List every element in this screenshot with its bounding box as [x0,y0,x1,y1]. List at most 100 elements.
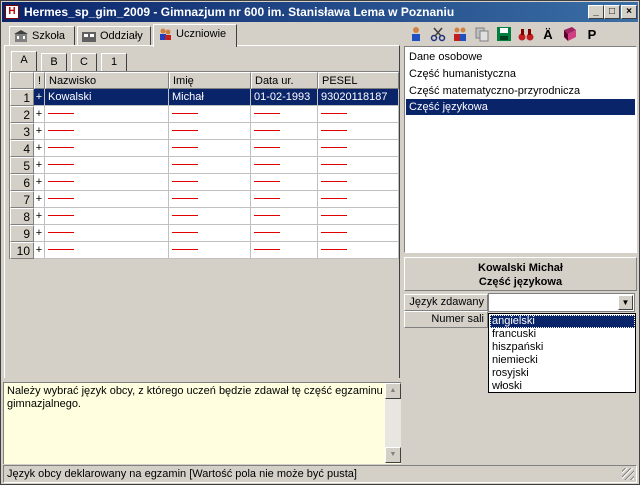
pesel-cell[interactable]: 93020118187 [318,89,399,106]
umlaut-a-icon[interactable]: Ä [539,26,557,44]
dob-cell[interactable] [251,106,318,123]
subtab-b[interactable]: B [41,53,67,71]
list-item[interactable]: Część humanistyczna [406,66,635,82]
name-cell[interactable] [169,157,251,174]
row-flag[interactable]: + [34,123,45,140]
pesel-cell[interactable] [318,106,399,123]
column-header-dob[interactable]: Data ur. [251,72,318,89]
name-cell[interactable] [169,106,251,123]
pesel-cell[interactable] [318,140,399,157]
row-flag[interactable]: + [34,174,45,191]
pesel-cell[interactable] [318,191,399,208]
name-cell[interactable] [169,191,251,208]
row-flag[interactable]: + [34,157,45,174]
list-item[interactable]: Część językowa [406,99,635,115]
scrollbar[interactable]: ▲ ▼ [385,383,401,463]
pesel-cell[interactable] [318,123,399,140]
row-flag[interactable]: + [34,191,45,208]
tab-uczniowie[interactable]: Uczniowie [153,24,237,47]
column-header-pesel[interactable]: PESEL [318,72,399,89]
person-icon[interactable] [407,26,425,44]
option-hiszpanski[interactable]: hiszpański [490,341,635,354]
people-icon[interactable] [451,26,469,44]
dob-cell[interactable]: 01-02-1993 [251,89,318,106]
row-flag[interactable]: + [34,242,45,259]
row-flag[interactable]: + [34,140,45,157]
name-cell[interactable] [169,225,251,242]
table-row[interactable]: 4 + [10,140,400,157]
tab-szkola[interactable]: Szkoła [9,26,75,46]
minimize-button[interactable]: _ [588,5,604,19]
dob-cell[interactable] [251,242,318,259]
pesel-cell[interactable] [318,208,399,225]
dob-cell[interactable] [251,208,318,225]
resize-grip-icon[interactable] [622,468,634,480]
surname-cell[interactable] [45,106,169,123]
pesel-cell[interactable] [318,225,399,242]
list-item[interactable]: Dane osobowe [406,49,635,65]
surname-cell[interactable] [45,174,169,191]
maximize-button[interactable]: □ [604,5,620,19]
table-row[interactable]: 10 + [10,242,400,259]
option-francuski[interactable]: francuski [490,328,635,341]
surname-cell[interactable] [45,140,169,157]
surname-cell[interactable] [45,242,169,259]
p-icon[interactable]: P [583,26,601,44]
row-flag[interactable]: + [34,208,45,225]
name-cell[interactable] [169,242,251,259]
subtab-1[interactable]: 1 [101,53,127,71]
option-niemiecki[interactable]: niemiecki [490,354,635,367]
option-angielski[interactable]: angielski [490,315,635,328]
name-cell[interactable]: Michał [169,89,251,106]
name-cell[interactable] [169,174,251,191]
dob-cell[interactable] [251,157,318,174]
column-header-flag[interactable]: ! [34,72,45,89]
column-header-surname[interactable]: Nazwisko [45,72,169,89]
name-cell[interactable] [169,123,251,140]
copy-icon[interactable] [473,26,491,44]
name-cell[interactable] [169,208,251,225]
surname-cell[interactable] [45,225,169,242]
table-row[interactable]: 2 + [10,106,400,123]
option-rosyjski[interactable]: rosyjski [490,367,635,380]
surname-cell[interactable] [45,208,169,225]
pesel-cell[interactable] [318,174,399,191]
surname-cell[interactable] [45,191,169,208]
table-row[interactable]: 7 + [10,191,400,208]
subtab-c[interactable]: C [71,53,97,71]
table-row[interactable]: 3 + [10,123,400,140]
table-row[interactable]: 6 + [10,174,400,191]
surname-cell[interactable] [45,157,169,174]
row-flag[interactable]: + [34,89,45,106]
close-button[interactable]: × [621,5,637,19]
pesel-cell[interactable] [318,242,399,259]
subtab-a[interactable]: A [11,51,37,71]
table-row[interactable]: 9 + [10,225,400,242]
scissors-icon[interactable] [429,26,447,44]
row-flag[interactable]: + [34,106,45,123]
scroll-up-icon[interactable]: ▲ [385,383,401,399]
surname-cell[interactable]: Kowalski [45,89,169,106]
list-item[interactable]: Część matematyczno-przyrodnicza [406,83,635,99]
book-icon[interactable] [561,26,579,44]
binoculars-icon[interactable] [517,26,535,44]
name-cell[interactable] [169,140,251,157]
title-bar[interactable]: H Hermes_sp_gim_2009 - Gimnazjum nr 600 … [2,2,638,22]
tab-oddzialy[interactable]: Oddziały [77,26,151,46]
option-wloski[interactable]: włoski [490,380,635,393]
table-row[interactable]: 1 + Kowalski Michał 01-02-1993 930201181… [10,89,400,106]
pesel-cell[interactable] [318,157,399,174]
row-flag[interactable]: + [34,225,45,242]
column-header-name[interactable]: Imię [169,72,251,89]
dob-cell[interactable] [251,140,318,157]
dob-cell[interactable] [251,191,318,208]
dob-cell[interactable] [251,174,318,191]
surname-cell[interactable] [45,123,169,140]
table-row[interactable]: 8 + [10,208,400,225]
scroll-down-icon[interactable]: ▼ [385,447,401,463]
dob-cell[interactable] [251,225,318,242]
chevron-down-icon[interactable]: ▼ [618,295,633,310]
table-row[interactable]: 5 + [10,157,400,174]
save-icon[interactable] [495,26,513,44]
dob-cell[interactable] [251,123,318,140]
